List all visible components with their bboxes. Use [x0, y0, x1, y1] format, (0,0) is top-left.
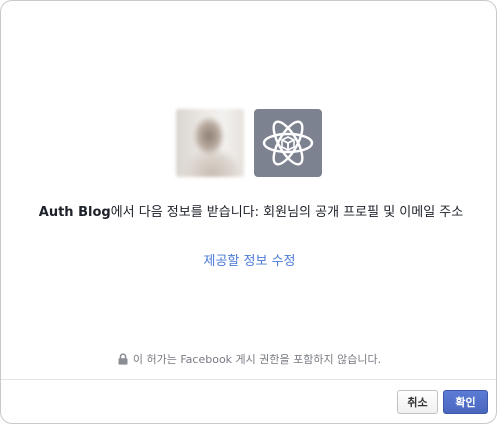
footer-divider: [1, 379, 496, 380]
app-icon: [254, 109, 322, 177]
permission-message: Auth Blog에서 다음 정보를 받습니다: 회원님의 공개 프로필 및 이…: [31, 203, 471, 222]
user-avatar: [176, 109, 244, 177]
confirm-button[interactable]: 확인: [443, 390, 488, 414]
app-name: Auth Blog: [38, 205, 111, 220]
avatar-row: [176, 109, 322, 177]
edit-info-link[interactable]: 제공할 정보 수정: [1, 250, 496, 269]
permission-dialog: Auth Blog에서 다음 정보를 받습니다: 회원님의 공개 프로필 및 이…: [0, 0, 497, 424]
permission-text: 에서 다음 정보를 받습니다: 회원님의 공개 프로필 및 이메일 주소: [110, 205, 464, 220]
permission-notice: 이 허가는 Facebook 게시 권한을 포함하지 않습니다.: [1, 351, 496, 367]
dialog-footer: 취소 확인: [397, 390, 488, 414]
lock-icon: [118, 353, 128, 365]
cancel-button[interactable]: 취소: [397, 390, 438, 414]
atom-icon: [262, 120, 314, 166]
notice-text: 이 허가는 Facebook 게시 권한을 포함하지 않습니다.: [132, 353, 382, 366]
